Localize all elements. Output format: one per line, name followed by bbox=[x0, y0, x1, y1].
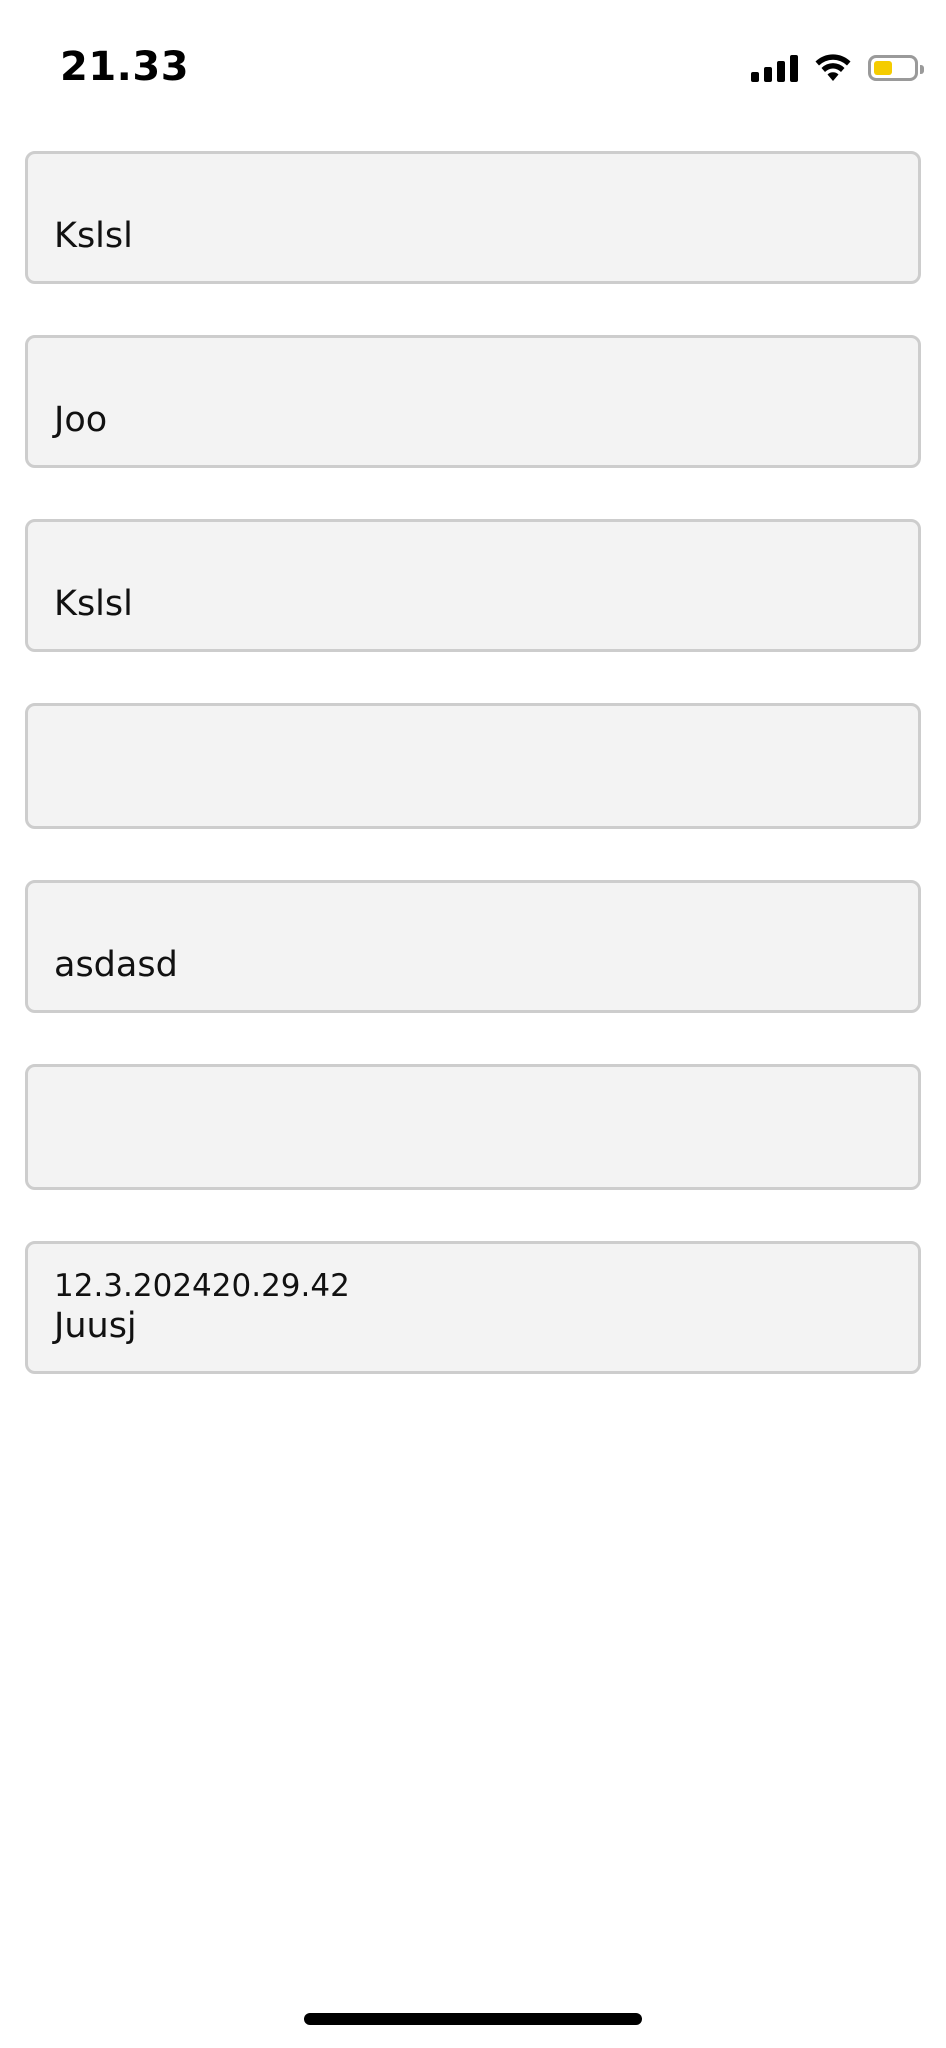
status-icons bbox=[751, 52, 924, 84]
status-bar: 21.33 bbox=[0, 0, 946, 140]
note-card[interactable] bbox=[25, 703, 921, 829]
note-text: Joo bbox=[54, 400, 108, 440]
note-card[interactable]: 12.3.202420.29.42 Juusj bbox=[25, 1241, 921, 1374]
status-time: 21.33 bbox=[60, 44, 190, 90]
note-card[interactable] bbox=[25, 1064, 921, 1190]
note-text: Kslsl bbox=[54, 584, 133, 624]
note-card[interactable]: Kslsl bbox=[25, 151, 921, 284]
note-card[interactable]: Joo bbox=[25, 335, 921, 468]
battery-level bbox=[874, 61, 892, 75]
note-date: 12.3.202420.29.42 bbox=[54, 1268, 350, 1304]
notes-list: Kslsl Joo Kslsl asdasd 12.3.202420.29.42… bbox=[25, 151, 921, 1425]
note-text: asdasd bbox=[54, 945, 178, 985]
note-card[interactable]: asdasd bbox=[25, 880, 921, 1013]
battery-icon bbox=[868, 55, 924, 81]
home-indicator[interactable] bbox=[304, 2013, 642, 2025]
note-card[interactable]: Kslsl bbox=[25, 519, 921, 652]
note-text: Juusj bbox=[54, 1306, 137, 1346]
cellular-signal-icon bbox=[751, 54, 798, 82]
note-text: Kslsl bbox=[54, 216, 133, 256]
wifi-icon bbox=[814, 54, 852, 82]
